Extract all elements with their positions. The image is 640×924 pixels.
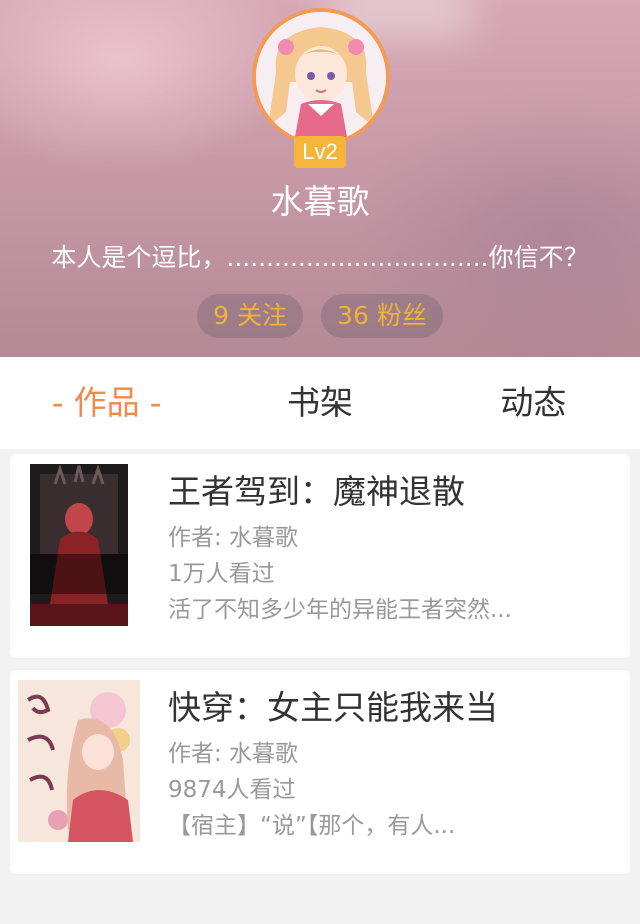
following-label: 关注 <box>237 301 288 330</box>
profile-header: Lv2 水暮歌 本人是个逗比，.........................… <box>0 0 640 357</box>
active-tab-indicator-right: - <box>149 383 162 422</box>
book-cover[interactable] <box>18 680 140 842</box>
book-info: 快穿：女主只能我来当 作者: 水暮歌 9874人看过 【宿主】“说”【那个，有人… <box>168 686 608 844</box>
book-card[interactable]: 王者驾到：魔神退散 作者: 水暮歌 1万人看过 活了不知多少年的异能王者突然..… <box>10 454 630 658</box>
book-summary: 【宿主】“说”【那个，有人... <box>168 813 456 839</box>
avatar-image <box>256 12 386 142</box>
followers-label: 粉丝 <box>376 301 427 330</box>
book-author: 作者: 水暮歌 <box>168 525 299 551</box>
tab-bookshelf-label: 书架 <box>286 383 353 422</box>
tab-activity[interactable]: 动态 <box>427 357 640 449</box>
tab-works-label: 作品 <box>73 383 140 422</box>
book-info: 王者驾到：魔神退散 作者: 水暮歌 1万人看过 活了不知多少年的异能王者突然..… <box>168 470 608 628</box>
avatar[interactable] <box>252 8 390 146</box>
active-tab-indicator-left: - <box>51 383 64 422</box>
dark-throne-cover-image <box>30 464 128 626</box>
book-card[interactable]: 快穿：女主只能我来当 作者: 水暮歌 9874人看过 【宿主】“说”【那个，有人… <box>10 670 630 874</box>
anime-girl-cover-image <box>18 680 140 842</box>
followers-button[interactable]: 36 粉丝 <box>321 294 443 338</box>
tab-bookshelf[interactable]: 书架 <box>213 357 426 449</box>
user-bio: 本人是个逗比，.................................… <box>51 243 589 272</box>
tab-works[interactable]: - 作品 - <box>0 357 213 449</box>
username: 水暮歌 <box>270 182 370 221</box>
book-title[interactable]: 王者驾到：魔神退散 <box>168 470 608 514</box>
book-cover[interactable] <box>30 464 128 626</box>
tab-bar: - 作品 - 书架 动态 <box>0 357 640 449</box>
followers-count: 36 <box>337 301 369 330</box>
book-title[interactable]: 快穿：女主只能我来当 <box>168 686 608 730</box>
following-count: 9 <box>213 301 230 330</box>
tab-activity-label: 动态 <box>500 383 567 422</box>
book-author: 作者: 水暮歌 <box>168 741 299 767</box>
book-views: 9874人看过 <box>168 777 296 803</box>
level-badge: Lv2 <box>294 136 346 168</box>
following-button[interactable]: 9 关注 <box>197 294 304 338</box>
stats-row: 9 关注 36 粉丝 <box>0 294 640 338</box>
book-summary: 活了不知多少年的异能王者突然... <box>168 597 512 623</box>
book-views: 1万人看过 <box>168 561 275 587</box>
